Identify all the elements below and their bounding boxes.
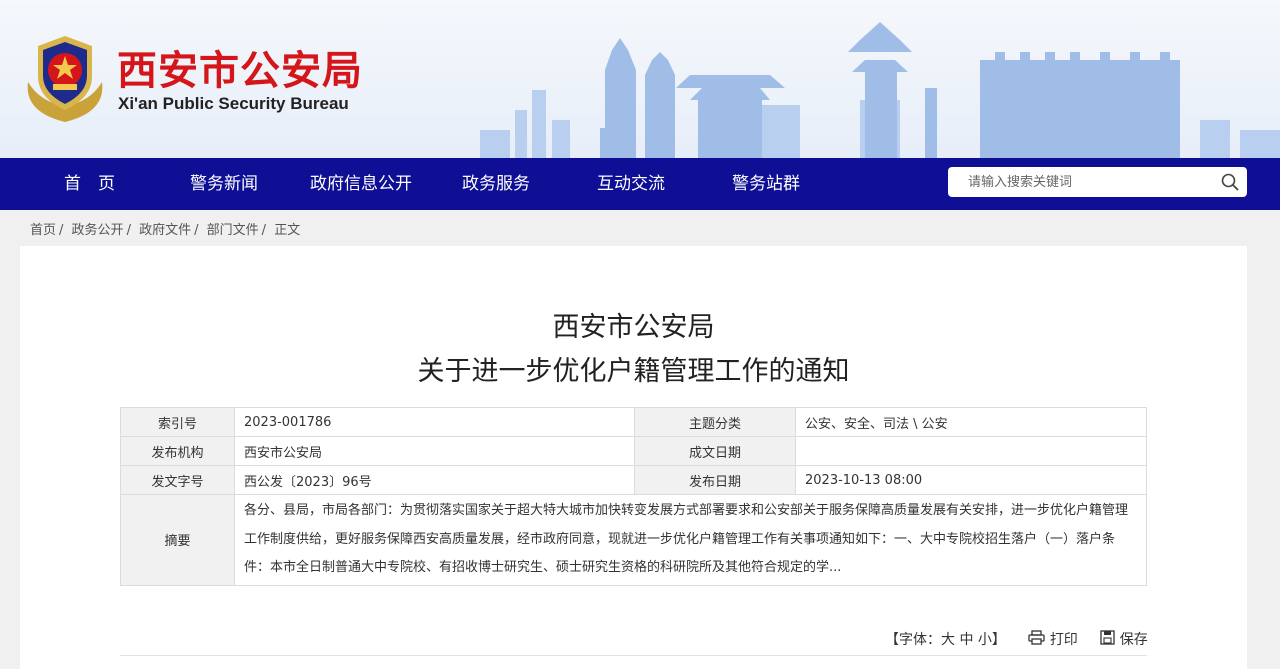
breadcrumb: 首页 / 政务公开 / 政府文件 / 部门文件 / 正文 — [30, 223, 301, 238]
font-size-label-open: 【字体： — [885, 632, 941, 648]
publish-date-value: 2023-10-13 08:00 — [795, 465, 1147, 495]
document-metadata-table: 索引号 2023-001786 主题分类 公安、安全、司法 \ 公安 发布机构 … — [120, 407, 1147, 586]
index-label: 索引号 — [120, 407, 235, 437]
metadata-row: 索引号 2023-001786 主题分类 公安、安全、司法 \ 公安 — [120, 407, 1147, 437]
site-title: 西安市公安局 — [117, 48, 363, 94]
metadata-row: 发布机构 西安市公安局 成文日期 — [120, 436, 1147, 466]
document-title-line1: 西安市公安局 — [552, 312, 715, 343]
org-label: 发布机构 — [120, 436, 235, 466]
topic-value: 公安、安全、司法 \ 公安 — [795, 407, 1147, 437]
written-date-value — [795, 436, 1147, 466]
save-label: 保存 — [1119, 632, 1148, 648]
nav-item-police-sites[interactable]: 警务站群 — [732, 158, 800, 210]
font-size-label-close: 】 — [991, 632, 1006, 648]
doc-number-value: 西公发〔2023〕96号 — [234, 465, 635, 495]
metadata-row: 摘要 各分、县局，市局各部门：为贯彻落实国家关于超大特大城市加快转变发展方式部署… — [120, 494, 1147, 586]
search-input[interactable] — [968, 167, 1208, 197]
abstract-value: 各分、县局，市局各部门：为贯彻落实国家关于超大特大城市加快转变发展方式部署要求和… — [234, 494, 1147, 586]
font-size-large[interactable]: 大 — [941, 629, 955, 649]
nav-item-home[interactable]: 首 页 — [64, 158, 115, 210]
nav-item-interaction[interactable]: 互动交流 — [597, 158, 665, 210]
print-label: 打印 — [1049, 632, 1078, 648]
font-size-medium[interactable]: 中 — [959, 629, 973, 649]
document-title-line2: 关于进一步优化户籍管理工作的通知 — [417, 356, 850, 387]
font-size-small[interactable]: 小 — [978, 629, 992, 649]
breadcrumb-gov-affairs[interactable]: 政务公开 — [72, 223, 124, 238]
document-title: 西安市公安局 关于进一步优化户籍管理工作的通知 — [0, 306, 1267, 394]
org-value: 西安市公安局 — [234, 436, 635, 466]
print-button[interactable]: 打印 — [1028, 629, 1078, 649]
breadcrumb-dept-documents[interactable]: 部门文件 — [207, 223, 259, 238]
doc-number-label: 发文字号 — [120, 465, 235, 495]
search-box — [948, 167, 1247, 197]
save-button[interactable]: 保存 — [1100, 629, 1148, 649]
save-icon — [1100, 630, 1115, 645]
nav-item-gov-services[interactable]: 政务服务 — [462, 158, 530, 210]
printer-icon — [1028, 630, 1046, 645]
abstract-label: 摘要 — [120, 494, 235, 586]
search-icon[interactable] — [1220, 172, 1240, 192]
publish-date-label: 发布日期 — [634, 465, 796, 495]
content-divider — [120, 655, 1147, 656]
police-emblem-logo — [27, 36, 103, 122]
metadata-row: 发文字号 西公发〔2023〕96号 发布日期 2023-10-13 08:00 — [120, 465, 1147, 495]
topic-label: 主题分类 — [634, 407, 796, 437]
nav-item-gov-info[interactable]: 政府信息公开 — [310, 158, 412, 210]
article-toolbar: 【字体：大 中 小】 打印 保存 — [885, 629, 1148, 649]
city-skyline-illustration — [480, 22, 1280, 158]
written-date-label: 成文日期 — [634, 436, 796, 466]
nav-item-police-news[interactable]: 警务新闻 — [190, 158, 258, 210]
index-value: 2023-001786 — [234, 407, 635, 437]
site-header: 西安市公安局 Xi'an Public Security Bureau — [0, 0, 1280, 158]
breadcrumb-gov-documents[interactable]: 政府文件 — [139, 223, 191, 238]
site-subtitle: Xi'an Public Security Bureau — [118, 94, 349, 113]
breadcrumb-home[interactable]: 首页 — [30, 223, 56, 238]
breadcrumb-current: 正文 — [274, 223, 301, 238]
